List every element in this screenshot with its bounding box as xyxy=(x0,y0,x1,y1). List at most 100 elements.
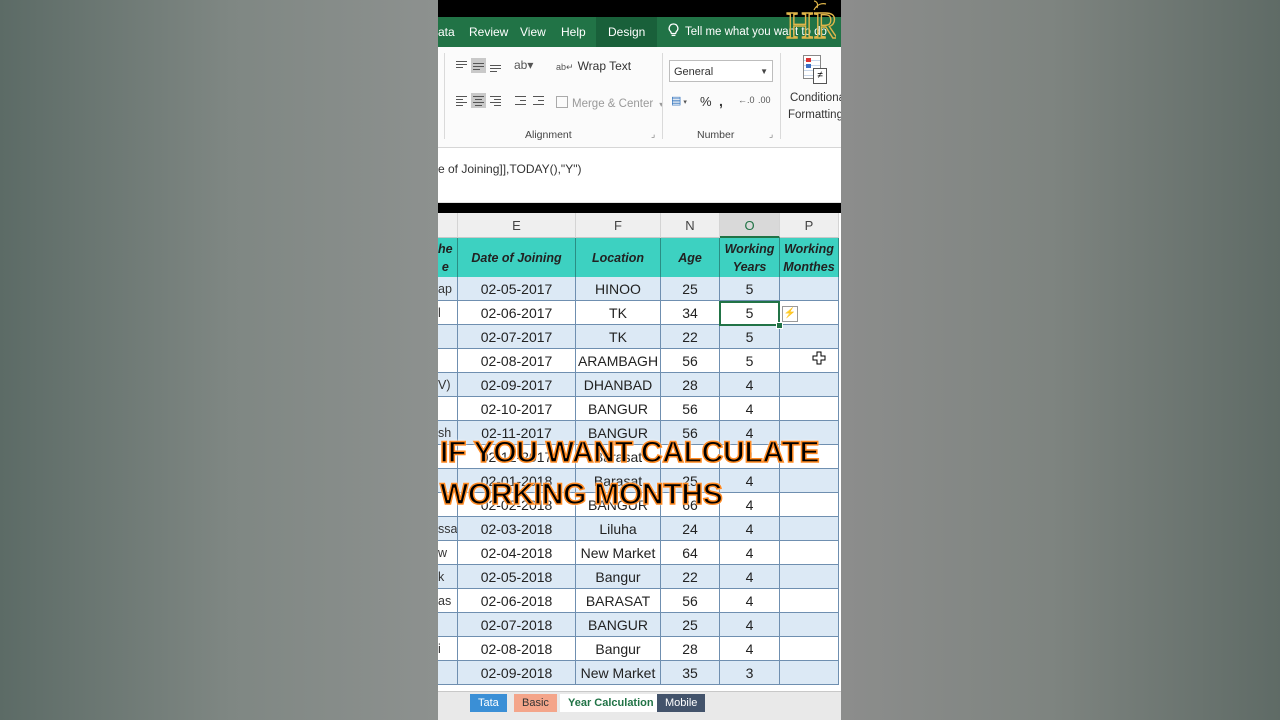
cell-name[interactable]: as xyxy=(438,589,458,613)
cell-name[interactable]: i xyxy=(438,637,458,661)
formula-text[interactable]: e of Joining]],TODAY(),"Y") xyxy=(438,162,581,176)
cell-working-months[interactable] xyxy=(780,493,839,517)
dialog-launcher-icon[interactable]: ⌟ xyxy=(769,129,773,140)
cell-working-months[interactable] xyxy=(780,541,839,565)
conditional-label[interactable]: Conditional xyxy=(790,92,841,104)
tab-design[interactable]: Design xyxy=(596,17,658,47)
cell-working-years[interactable]: 4 xyxy=(720,469,780,493)
column-header-p[interactable]: P xyxy=(780,213,839,238)
align-top-icon[interactable] xyxy=(454,58,469,73)
decrease-indent-icon[interactable] xyxy=(513,93,528,108)
cell-location[interactable]: New Market xyxy=(576,541,661,565)
cell-working-months[interactable] xyxy=(780,589,839,613)
cell-working-months[interactable] xyxy=(780,517,839,541)
table-header-working-months[interactable]: Working Monthes xyxy=(780,238,839,277)
cell-date-of-joining[interactable]: 02-07-2018 xyxy=(458,613,576,637)
align-left-icon[interactable] xyxy=(454,93,469,108)
cell-working-months[interactable] xyxy=(780,565,839,589)
cell-working-years[interactable]: 4 xyxy=(720,613,780,637)
cell-date-of-joining[interactable]: 02-03-2018 xyxy=(458,517,576,541)
increase-indent-icon[interactable] xyxy=(531,93,546,108)
sheet-tab-tata[interactable]: Tata xyxy=(470,694,507,712)
table-header-working-years[interactable]: Working Years xyxy=(720,238,780,277)
cell-location[interactable]: Bangur xyxy=(576,637,661,661)
table-header-location[interactable]: Location xyxy=(576,238,661,277)
comma-style-button[interactable]: , xyxy=(719,93,723,109)
cell-working-years[interactable]: 5 xyxy=(720,349,780,373)
cell-date-of-joining[interactable]: 02-08-2018 xyxy=(458,637,576,661)
cell-age[interactable]: 28 xyxy=(661,373,720,397)
cell-working-months[interactable] xyxy=(780,349,839,373)
cell-age[interactable]: 35 xyxy=(661,661,720,685)
cell-working-months[interactable] xyxy=(780,661,839,685)
cell-date-of-joining[interactable]: 02-06-2017 xyxy=(458,301,576,325)
cell-working-years[interactable]: 5 xyxy=(720,301,780,325)
cell-age[interactable]: 24 xyxy=(661,517,720,541)
cell-age[interactable]: 64 xyxy=(661,541,720,565)
cell-date-of-joining[interactable]: 02-06-2018 xyxy=(458,589,576,613)
increase-decimal-icon[interactable]: ←.0 xyxy=(738,95,755,105)
formatting-label[interactable]: Formatting ▾ xyxy=(788,109,841,121)
cell-name[interactable]: V) xyxy=(438,373,458,397)
cell-name[interactable]: l xyxy=(438,301,458,325)
formula-bar[interactable]: e of Joining]],TODAY(),"Y") xyxy=(438,148,841,203)
cell-working-years[interactable]: 3 xyxy=(720,661,780,685)
cell-working-years[interactable]: 4 xyxy=(720,565,780,589)
cell-date-of-joining[interactable]: 02-09-2018 xyxy=(458,661,576,685)
cell-working-years[interactable]: 4 xyxy=(720,589,780,613)
sheet-tab-mobile[interactable]: Mobile xyxy=(657,694,706,712)
sheet-tab-year-calculation[interactable]: Year Calculation xyxy=(560,694,662,712)
cell-working-years[interactable]: 4 xyxy=(720,493,780,517)
cell-age[interactable]: 25 xyxy=(661,277,720,301)
cell-age[interactable]: 56 xyxy=(661,589,720,613)
cell-name[interactable]: ssain xyxy=(438,517,458,541)
sheet-tab-basic[interactable]: Basic xyxy=(514,694,557,712)
accounting-format-icon[interactable]: ▤ ▾ xyxy=(671,94,687,107)
cell-date-of-joining[interactable]: 02-09-2017 xyxy=(458,373,576,397)
cell-working-years[interactable]: 4 xyxy=(720,541,780,565)
cell-name[interactable] xyxy=(438,325,458,349)
column-header-f[interactable]: F xyxy=(576,213,661,238)
cell-working-months[interactable] xyxy=(780,469,839,493)
cell-date-of-joining[interactable]: 02-05-2017 xyxy=(458,277,576,301)
cell-working-months[interactable] xyxy=(780,277,839,301)
column-header-n[interactable]: N xyxy=(661,213,720,238)
align-middle-icon[interactable] xyxy=(471,58,486,73)
table-header-date-of-joining[interactable]: Date of Joining xyxy=(458,238,576,277)
number-format-select[interactable]: General ▼ xyxy=(669,60,773,82)
cell-date-of-joining[interactable]: 02-05-2018 xyxy=(458,565,576,589)
fill-handle[interactable] xyxy=(776,322,783,329)
cell-name[interactable] xyxy=(438,349,458,373)
column-header-e[interactable]: E xyxy=(458,213,576,238)
cell-age[interactable]: 25 xyxy=(661,613,720,637)
cell-date-of-joining[interactable]: 02-10-2017 xyxy=(458,397,576,421)
cell-working-years[interactable]: 4 xyxy=(720,397,780,421)
tab-view[interactable]: View xyxy=(520,17,546,47)
cell-age[interactable]: 56 xyxy=(661,349,720,373)
cell-working-years[interactable]: 4 xyxy=(720,373,780,397)
cell-working-months[interactable] xyxy=(780,397,839,421)
cell-location[interactable]: HINOO xyxy=(576,277,661,301)
percent-style-button[interactable]: % xyxy=(700,94,712,109)
cell-location[interactable]: TK xyxy=(576,301,661,325)
table-header-age[interactable]: Age xyxy=(661,238,720,277)
align-center-icon[interactable] xyxy=(471,93,486,108)
wrap-text-button[interactable]: ab↵ Wrap Text xyxy=(556,59,631,73)
cell-location[interactable]: New Market xyxy=(576,661,661,685)
column-header-cut[interactable] xyxy=(438,213,458,238)
cell-working-months[interactable] xyxy=(780,373,839,397)
cell-date-of-joining[interactable]: 02-07-2017 xyxy=(458,325,576,349)
dialog-launcher-icon[interactable]: ⌟ xyxy=(651,129,655,140)
merge-center-button[interactable]: Merge & Center▾ xyxy=(556,96,663,110)
cell-location[interactable]: ARAMBAGH xyxy=(576,349,661,373)
flash-fill-icon[interactable]: ⚡ xyxy=(782,306,798,322)
cell-working-years[interactable]: 4 xyxy=(720,517,780,541)
tab-review[interactable]: Review xyxy=(469,17,508,47)
cell-location[interactable]: BARASAT xyxy=(576,589,661,613)
cell-working-months[interactable] xyxy=(780,613,839,637)
align-bottom-icon[interactable] xyxy=(488,58,503,73)
cell-age[interactable]: 56 xyxy=(661,397,720,421)
cell-name[interactable]: w xyxy=(438,541,458,565)
cell-location[interactable]: TK xyxy=(576,325,661,349)
decrease-decimal-icon[interactable]: .00 xyxy=(758,95,771,105)
